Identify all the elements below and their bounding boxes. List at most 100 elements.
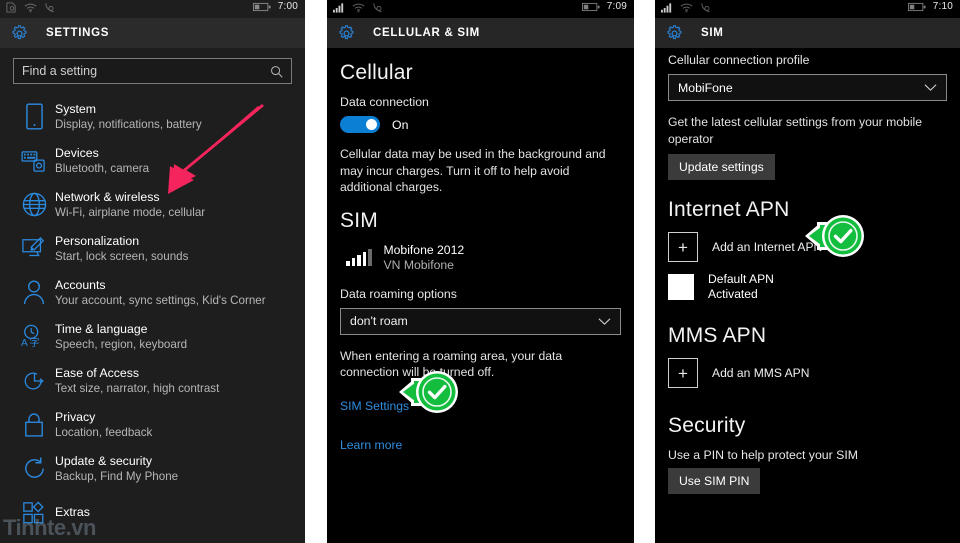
refresh-icon xyxy=(13,456,55,481)
default-apn-text: Default APN Activated xyxy=(708,272,774,302)
item-text: Accounts Your account, sync settings, Ki… xyxy=(55,278,266,308)
signal-icon xyxy=(661,3,672,13)
security-description: Use a PIN to help protect your SIM xyxy=(668,448,859,462)
item-subtitle: Bluetooth, camera xyxy=(55,161,150,175)
use-sim-pin-button[interactable]: Use SIM PIN xyxy=(668,468,761,494)
chevron-down-icon xyxy=(598,317,611,325)
wifi-icon xyxy=(24,3,37,13)
profile-select[interactable]: MobiFone xyxy=(668,74,947,101)
status-icons-right: 7:00 xyxy=(252,1,298,12)
gear-icon xyxy=(339,24,354,39)
status-icons-right: 7:10 xyxy=(907,1,953,12)
status-icons-right: 7:09 xyxy=(581,1,627,12)
item-text: Privacy Location, feedback xyxy=(55,410,152,440)
add-mms-apn-label: Add an MMS APN xyxy=(712,366,810,380)
sim-status-icon xyxy=(6,2,16,13)
data-connection-label: Data connection xyxy=(340,95,429,109)
sidebar-item-personalization[interactable]: Personalization Start, lock screen, soun… xyxy=(13,228,292,269)
sidebar-item-system[interactable]: System Display, notifications, battery xyxy=(13,96,292,137)
battery-icon xyxy=(252,2,271,11)
search-input[interactable]: Find a setting xyxy=(13,58,292,84)
item-subtitle: Display, notifications, battery xyxy=(55,117,202,131)
item-title: Ease of Access xyxy=(55,365,140,380)
item-subtitle: Text size, narrator, high contrast xyxy=(55,381,220,395)
sim-card-row[interactable]: Mobifone 2012 VN Mobifone xyxy=(346,243,621,273)
section-heading-mms-apn: MMS APN xyxy=(668,324,767,347)
app-header: SETTINGS xyxy=(0,18,305,48)
item-title: Devices xyxy=(55,145,99,160)
item-title: Privacy xyxy=(55,409,96,424)
page-title: SIM xyxy=(701,27,724,39)
update-description: Get the latest cellular settings from yo… xyxy=(668,115,923,146)
call-forward-icon xyxy=(45,3,54,13)
default-apn-row[interactable]: Default APN Activated xyxy=(668,272,947,302)
gear-icon xyxy=(667,24,682,39)
sidebar-item-ease-of-access[interactable]: Ease of Access Text size, narrator, high… xyxy=(13,360,292,401)
learn-more-link[interactable]: Learn more xyxy=(340,438,402,452)
item-title: System xyxy=(55,101,96,116)
sim-carrier: VN Mobifone xyxy=(383,257,454,272)
sidebar-item-update-security[interactable]: Update & security Backup, Find My Phone xyxy=(13,448,292,489)
ease-of-access-icon xyxy=(13,369,55,393)
update-settings-button[interactable]: Update settings xyxy=(668,154,775,180)
item-subtitle: Backup, Find My Phone xyxy=(55,469,179,483)
add-internet-apn-row[interactable]: + Add an Internet APN xyxy=(668,232,947,262)
data-connection-toggle[interactable] xyxy=(340,116,380,133)
wifi-icon xyxy=(352,3,365,13)
sim-body: Cellular connection profile MobiFone Get… xyxy=(655,53,960,494)
sim-settings-link[interactable]: SIM Settings xyxy=(340,399,409,413)
item-title: Time & language xyxy=(55,321,148,336)
status-bar: 7:00 xyxy=(0,0,305,18)
signal-bars-icon xyxy=(346,249,372,266)
wifi-icon xyxy=(680,3,693,13)
svg-text:A: A xyxy=(21,338,28,349)
item-subtitle: Location, feedback xyxy=(55,425,153,439)
item-title: Personalization xyxy=(55,233,140,248)
add-mms-apn-row[interactable]: + Add an MMS APN xyxy=(668,358,947,388)
sim-phone-panel: 7:10 SIM Cellular connection profile Mob… xyxy=(655,0,960,543)
search-placeholder: Find a setting xyxy=(22,64,98,78)
chevron-down-icon xyxy=(924,84,937,91)
roaming-value: don't roam xyxy=(350,314,408,328)
roaming-label: Data roaming options xyxy=(340,286,457,301)
sidebar-item-devices[interactable]: Devices Bluetooth, camera xyxy=(13,140,292,181)
plus-icon: + xyxy=(668,358,698,388)
apn-tile-icon xyxy=(668,274,694,300)
page-title: CELLULAR & SIM xyxy=(373,27,480,39)
sidebar-item-accounts[interactable]: Accounts Your account, sync settings, Ki… xyxy=(13,272,292,313)
item-title: Network & wireless xyxy=(55,189,160,204)
watermark: Tinhte.vn xyxy=(3,515,96,540)
item-title: Update & security xyxy=(55,453,153,468)
battery-icon xyxy=(907,2,926,11)
battery-icon xyxy=(581,2,600,11)
item-subtitle: Speech, region, keyboard xyxy=(55,337,188,351)
default-apn-state: Activated xyxy=(708,287,758,301)
settings-body: Find a setting System Display, notificat… xyxy=(0,58,305,533)
status-bar: 7:09 xyxy=(327,0,634,18)
item-subtitle: Your account, sync settings, Kid's Corne… xyxy=(55,293,266,307)
item-title: Accounts xyxy=(55,277,106,292)
signal-icon xyxy=(333,3,344,13)
sidebar-item-time-language[interactable]: A字 Time & language Speech, region, keybo… xyxy=(13,316,292,357)
app-header: CELLULAR & SIM xyxy=(327,18,634,48)
item-text: Update & security Backup, Find My Phone xyxy=(55,454,178,484)
section-heading-cellular: Cellular xyxy=(340,61,413,84)
sidebar-item-privacy[interactable]: Privacy Location, feedback xyxy=(13,404,292,445)
toggle-state-label: On xyxy=(392,117,409,132)
roaming-select[interactable]: don't roam xyxy=(340,307,621,335)
cellular-body: Cellular Data connection On Cellular dat… xyxy=(327,61,634,454)
item-text: Personalization Start, lock screen, soun… xyxy=(55,234,188,264)
screenshot-stage: 7:00 SETTINGS Find a setting System Disp… xyxy=(0,0,960,543)
sidebar-item-network-wireless[interactable]: Network & wireless Wi-Fi, airplane mode,… xyxy=(13,184,292,225)
plus-icon: + xyxy=(668,232,698,262)
page-title: SETTINGS xyxy=(46,27,110,39)
phone-icon xyxy=(13,103,55,130)
call-forward-icon xyxy=(373,3,382,13)
sim-card-text: Mobifone 2012 VN Mobifone xyxy=(384,243,465,273)
status-icons-left xyxy=(6,2,56,13)
status-icons-left xyxy=(661,2,712,13)
section-heading-sim: SIM xyxy=(340,208,378,232)
item-text: Devices Bluetooth, camera xyxy=(55,146,149,176)
status-time: 7:09 xyxy=(606,1,627,12)
search-icon xyxy=(271,65,283,78)
